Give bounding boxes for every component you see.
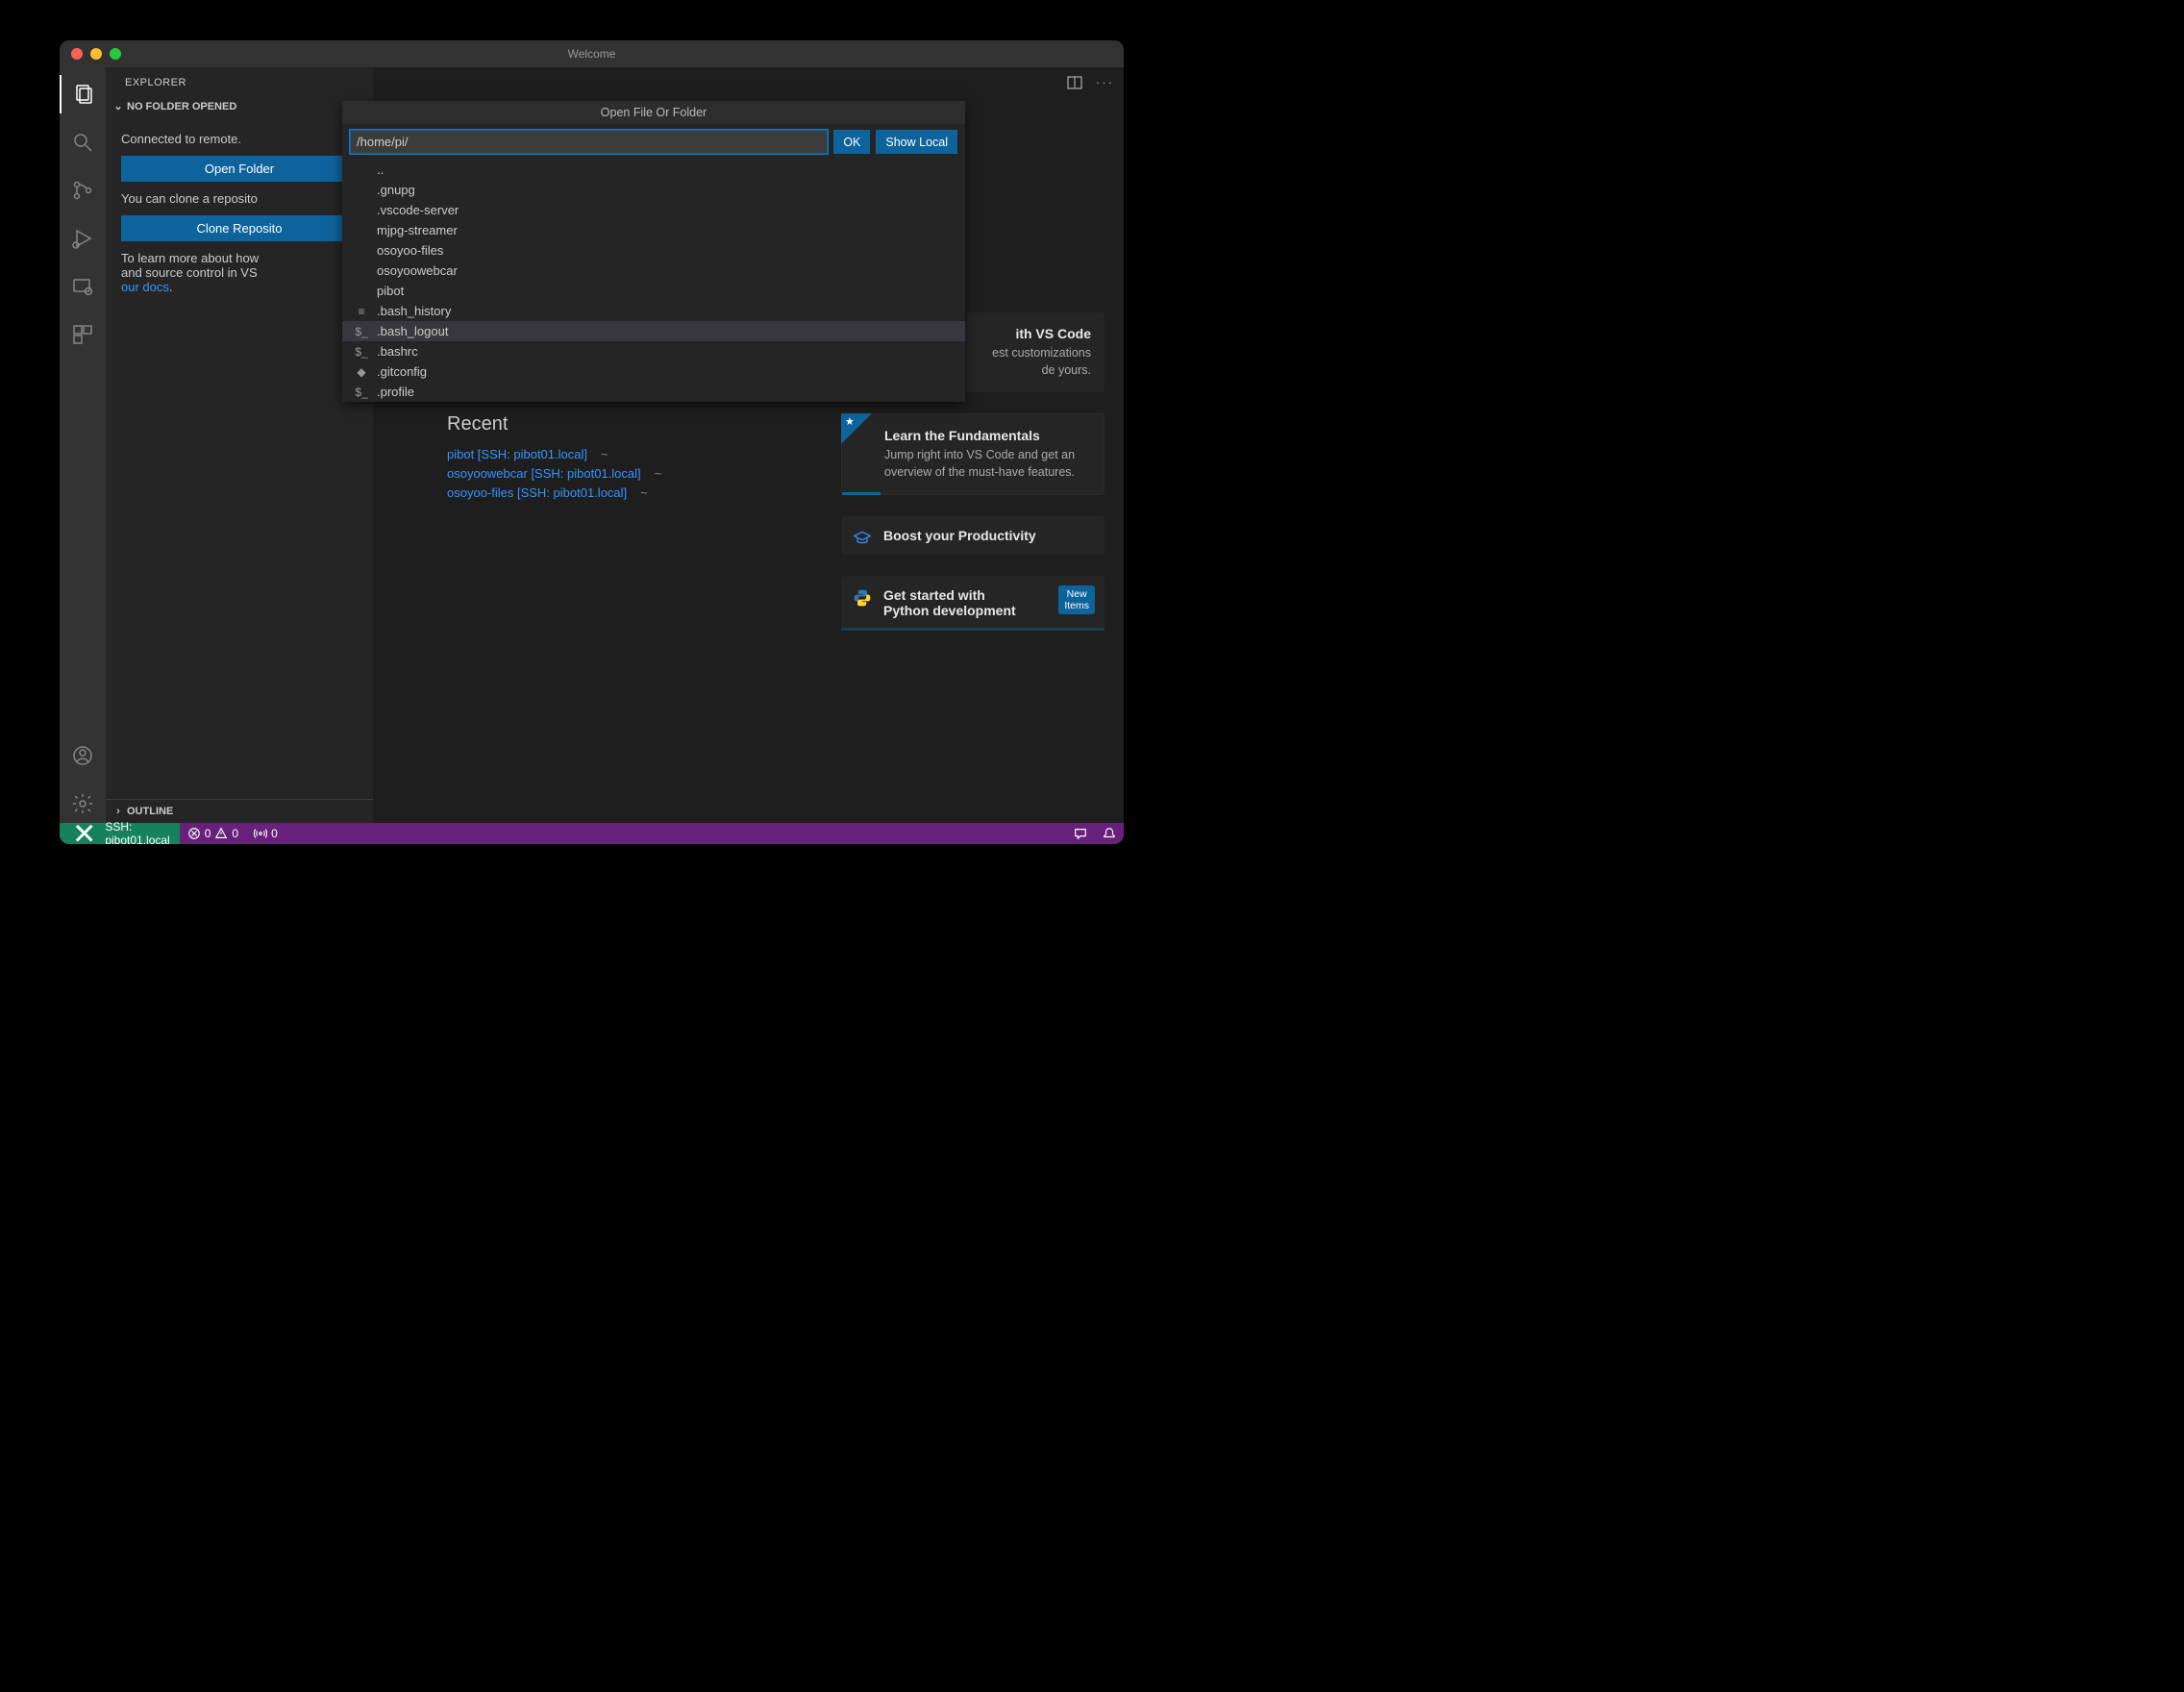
explorer-icon[interactable] [60, 75, 106, 113]
no-folder-section-header[interactable]: ⌄ NO FOLDER OPENED [106, 94, 373, 118]
welcome-recent: Recent pibot [SSH: pibot01.local] ~ osoy… [447, 413, 707, 505]
file-type-icon: ◆ [354, 365, 369, 379]
chevron-down-icon: ⌄ [113, 100, 123, 112]
recent-path: ~ [601, 447, 608, 461]
recent-heading: Recent [447, 413, 707, 435]
star-icon [841, 413, 872, 444]
recent-link[interactable]: osoyoo-files [SSH: pibot01.local] [447, 485, 627, 500]
run-debug-icon[interactable] [60, 219, 106, 258]
accounts-icon[interactable] [60, 736, 106, 775]
activity-bar [60, 67, 106, 823]
editor-actions: ··· [1067, 75, 1114, 93]
card-desc: Jump right into VS Code and get an overv… [884, 447, 1090, 481]
open-folder-button[interactable]: Open Folder [121, 156, 358, 182]
file-list-label: .. [377, 162, 384, 177]
notifications-bell-icon[interactable] [1095, 827, 1124, 840]
file-list-label: pibot [377, 284, 404, 298]
file-list-label: .bash_history [377, 304, 451, 318]
mortarboard-icon [853, 529, 872, 548]
file-list-item[interactable]: mjpg-streamer [342, 220, 965, 240]
remote-label: SSH: pibot01.local [105, 820, 169, 844]
card-progress [842, 492, 881, 495]
titlebar: Welcome [60, 40, 1124, 67]
file-list-label: .gnupg [377, 183, 415, 197]
dialog-title: Open File Or Folder [342, 101, 965, 124]
file-list-label: mjpg-streamer [377, 223, 458, 237]
connected-text: Connected to remote. [121, 132, 358, 146]
split-editor-icon[interactable] [1067, 75, 1082, 93]
file-list-item[interactable]: $_ .profile [342, 382, 965, 402]
sidebar-title: EXPLORER [106, 67, 373, 94]
path-input[interactable] [350, 130, 828, 154]
file-list-item[interactable]: ≡ .bash_history [342, 301, 965, 321]
recent-item: pibot [SSH: pibot01.local] ~ [447, 447, 707, 461]
python-icon [853, 588, 872, 608]
file-type-icon: $_ [354, 345, 369, 359]
recent-item: osoyoowebcar [SSH: pibot01.local] ~ [447, 466, 707, 481]
file-list-item[interactable]: osoyoowebcar [342, 261, 965, 281]
card-title: Boost your Productivity [883, 528, 1091, 543]
feedback-icon[interactable] [1066, 827, 1095, 840]
file-list-label: osoyoo-files [377, 243, 443, 258]
file-list-item[interactable]: .. [342, 160, 965, 180]
remote-indicator[interactable]: SSH: pibot01.local [60, 823, 180, 844]
card-productivity[interactable]: Boost your Productivity [841, 516, 1104, 555]
learn-more-text: To learn more about how and source contr… [121, 251, 358, 294]
explorer-sidebar: EXPLORER ⌄ NO FOLDER OPENED Connected to… [106, 67, 373, 823]
file-list-item[interactable]: osoyoo-files [342, 240, 965, 261]
clone-hint-text: You can clone a reposito [121, 191, 358, 206]
file-list-label: .profile [377, 385, 414, 399]
file-list-item[interactable]: .vscode-server [342, 200, 965, 220]
clone-repository-button[interactable]: Clone Reposito [121, 215, 358, 241]
card-fundamentals[interactable]: Learn the Fundamentals Jump right into V… [841, 413, 1104, 495]
card-python[interactable]: Get started with Python development NewI… [841, 576, 1104, 630]
search-icon[interactable] [60, 123, 106, 162]
window-title: Welcome [60, 47, 1124, 61]
outline-label: OUTLINE [127, 806, 173, 817]
more-actions-icon[interactable]: ··· [1096, 75, 1114, 93]
open-file-dialog: Open File Or Folder OK Show Local .. .gnu… [342, 101, 965, 402]
remote-explorer-icon[interactable] [60, 267, 106, 306]
chevron-right-icon: › [113, 806, 123, 817]
card-title: Get started with Python development [883, 587, 1028, 618]
settings-gear-icon[interactable] [60, 784, 106, 823]
source-control-icon[interactable] [60, 171, 106, 210]
file-type-icon: $_ [354, 386, 369, 399]
file-list-label: .vscode-server [377, 203, 459, 217]
ok-button[interactable]: OK [833, 130, 870, 154]
ports-status[interactable]: 0 [246, 827, 285, 840]
file-list-item[interactable]: $_ .bash_logout [342, 321, 965, 341]
recent-link[interactable]: pibot [SSH: pibot01.local] [447, 447, 587, 461]
show-local-button[interactable]: Show Local [876, 130, 957, 154]
card-title: Learn the Fundamentals [884, 428, 1090, 443]
file-list-item[interactable]: pibot [342, 281, 965, 301]
new-items-badge: NewItems [1058, 585, 1095, 614]
file-type-icon: ≡ [354, 305, 369, 318]
vscode-window: Welcome [60, 40, 1124, 844]
file-type-icon: $_ [354, 325, 369, 338]
recent-path: ~ [655, 466, 662, 481]
extensions-icon[interactable] [60, 315, 106, 354]
file-list-item[interactable]: $_ .bashrc [342, 341, 965, 361]
problems-status[interactable]: 0 0 [180, 827, 246, 840]
recent-link[interactable]: osoyoowebcar [SSH: pibot01.local] [447, 466, 641, 481]
section-label: NO FOLDER OPENED [127, 101, 236, 112]
file-list-label: .bashrc [377, 344, 418, 359]
file-list: .. .gnupg .vscode-server mjpg-streamer osoyo… [342, 160, 965, 402]
file-list-item[interactable]: .gnupg [342, 180, 965, 200]
status-bar: SSH: pibot01.local 0 0 0 [60, 823, 1124, 844]
file-list-item[interactable]: ◆ .gitconfig [342, 361, 965, 382]
docs-link[interactable]: our docs [121, 280, 169, 294]
recent-item: osoyoo-files [SSH: pibot01.local] ~ [447, 485, 707, 500]
no-folder-section-body: Connected to remote. Open Folder You can… [106, 118, 373, 308]
file-list-label: .bash_logout [377, 324, 448, 338]
file-list-label: osoyoowebcar [377, 263, 458, 278]
recent-path: ~ [640, 485, 648, 500]
card-progress [841, 628, 1104, 631]
file-list-label: .gitconfig [377, 364, 427, 379]
